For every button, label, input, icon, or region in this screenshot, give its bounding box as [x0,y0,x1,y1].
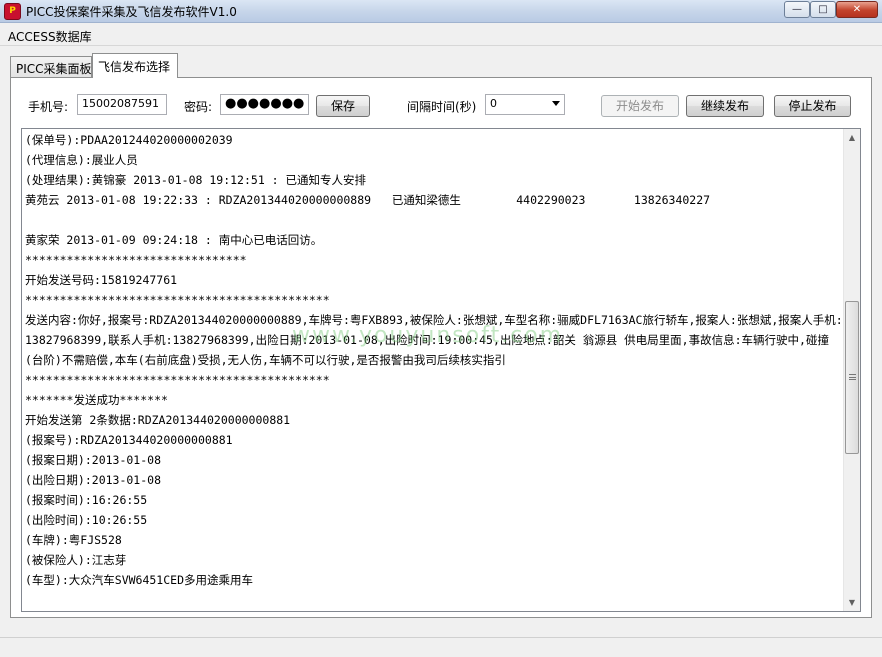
menu-access-database[interactable]: ACCESS数据库 [8,28,92,45]
log-line: (保单号):PDAA201244020000002039 [25,133,233,147]
status-bar [0,637,882,657]
log-line: (车牌):粤FJS528 [25,533,122,547]
log-line: (出险时间):10:26:55 [25,513,148,527]
log-line: (报案日期):2013-01-08 [25,453,162,467]
log-line: (出险日期):2013-01-08 [25,473,162,487]
continue-publish-button[interactable]: 继续发布 [686,95,764,117]
menu-bar: ACCESS数据库 [0,24,882,46]
tab-fetion-publish[interactable]: 飞信发布选择 [92,53,178,78]
log-line: (被保险人):江志芽 [25,553,127,567]
log-line: 黄家荣 2013-01-09 09:24:18 : 南中心已电话回访。 [25,233,323,247]
interval-select[interactable]: 0 [485,94,565,115]
log-content: (保单号):PDAA201244020000002039 (代理信息):展业人员 (… [25,130,845,590]
minimize-button[interactable]: — [784,1,810,18]
grip-icon [849,374,856,380]
app-icon: P [4,3,21,20]
phone-label: 手机号: [28,100,69,114]
scrollbar-thumb[interactable] [845,301,859,454]
maximize-button[interactable]: □ [810,1,836,18]
log-line: ******************************** [25,253,247,267]
log-line: (报案号):RDZA201344020000000881 [25,433,233,447]
interval-label: 间隔时间(秒) [407,100,477,114]
password-input[interactable]: ●●●●●●● [220,94,309,115]
window-title: PICC投保案件采集及飞信发布软件V1.0 [26,5,237,19]
save-button[interactable]: 保存 [316,95,370,117]
start-publish-button[interactable]: 开始发布 [601,95,679,117]
password-label: 密码: [184,100,213,114]
log-line: (代理信息):展业人员 [25,153,138,167]
chevron-down-icon [552,101,560,106]
log-line: (报案时间):16:26:55 [25,493,148,507]
log-line: ****************************************… [25,373,330,387]
log-line: 开始发送第 2条数据:RDZA201344020000000881 [25,413,291,427]
stop-publish-button[interactable]: 停止发布 [774,95,851,117]
phone-input[interactable]: 15002087591 [77,94,167,115]
log-line: 开始发送号码:15819247761 [25,273,178,287]
log-line: *******发送成功******* [25,393,168,407]
scroll-up-icon[interactable]: ▲ [844,129,860,146]
tab-panel-fetion-publish: 手机号: 15002087591 密码: ●●●●●●● 保存 间隔时间(秒) … [10,77,872,618]
log-textarea[interactable]: (保单号):PDAA201244020000002039 (代理信息):展业人员 (… [21,128,861,612]
tab-picc-collect[interactable]: PICC采集面板 [10,56,92,77]
log-line: ****************************************… [25,293,330,307]
close-button[interactable]: ✕ [836,1,878,18]
scroll-down-icon[interactable]: ▼ [844,594,860,611]
log-line: (处理结果):黄锦豪 2013-01-08 19:12:51 : 已通知专人安排 [25,173,367,187]
log-line: (车型):大众汽车SVW6451CED多用途乘用车 [25,573,254,587]
vertical-scrollbar[interactable]: ▲ ▼ [843,129,860,611]
title-bar: P PICC投保案件采集及飞信发布软件V1.0 — □ ✕ [0,0,882,23]
log-line: 黄苑云 2013-01-08 19:22:33 : RDZA2013440200… [25,193,711,207]
log-line: 发送内容:你好,报案号:RDZA201344020000000889,车牌号:粤… [25,313,843,367]
interval-select-value: 0 [490,97,497,110]
